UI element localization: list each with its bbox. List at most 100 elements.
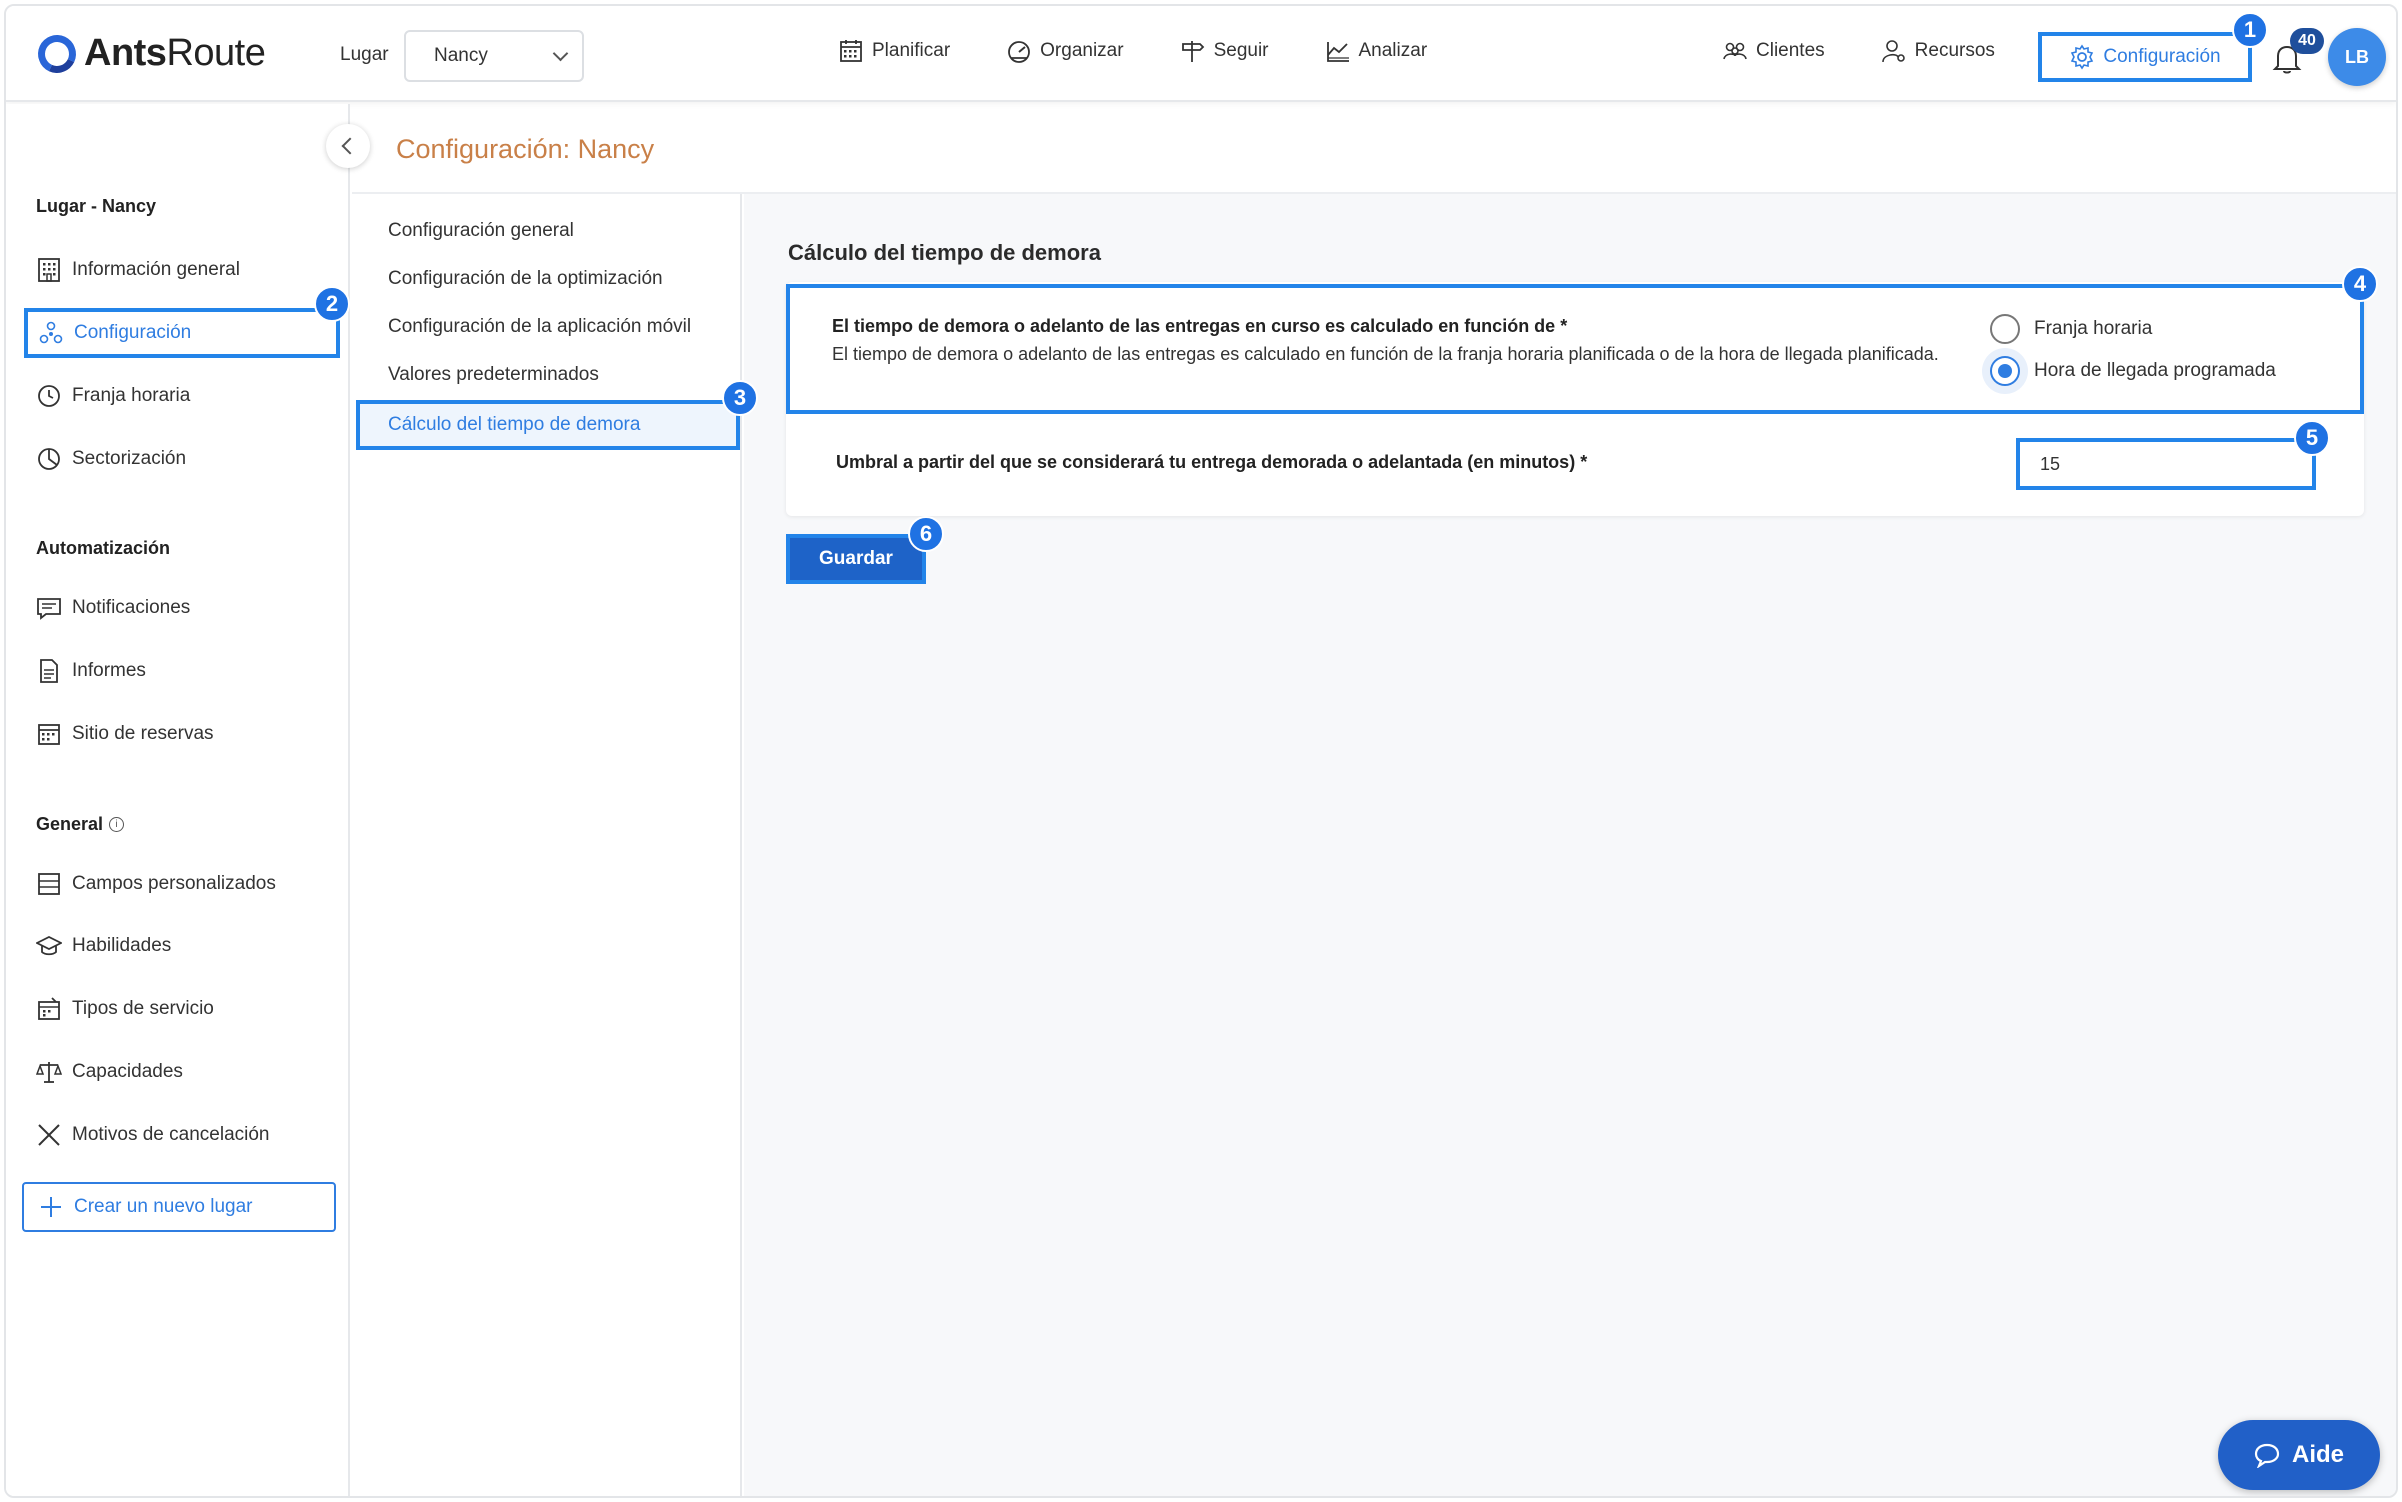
sidebar-item-label: Informes [72, 660, 146, 681]
scale-icon [35, 1059, 63, 1085]
nav-clientes-label: Clientes [1756, 40, 1825, 61]
subnav-calculo-tiempo-demora[interactable]: Cálculo del tiempo de demora [356, 400, 740, 450]
sidebar-item-label: Motivos de cancelación [72, 1124, 270, 1145]
chevron-left-icon [341, 137, 359, 155]
sidebar-item-motivos-de-cancelacion[interactable]: Motivos de cancelación [36, 1115, 270, 1155]
annotation-badge: 2 [314, 286, 350, 322]
chevron-down-icon [552, 45, 569, 61]
sidebar-item-notificaciones[interactable]: Notificaciones [36, 588, 190, 628]
nav-organizar[interactable]: Organizar [1006, 38, 1124, 64]
app-window: AntsRoute Lugar Nancy Planificar Organiz… [4, 4, 2398, 1498]
subnav-configuracion-general[interactable]: Configuración general [388, 220, 574, 242]
chart-icon [1325, 38, 1351, 64]
main-nav: Planificar Organizar Seguir Analizar [838, 38, 1427, 64]
new-place-label: Crear un nuevo lugar [74, 1196, 253, 1217]
calculation-basis-description: El tiempo de demora o adelanto de las en… [832, 344, 1939, 364]
subnav-valores-predeterminados[interactable]: Valores predeterminados [388, 364, 599, 386]
message-icon [36, 595, 62, 621]
umbral-input[interactable]: 15 [2016, 438, 2316, 490]
sidebar-item-label: Campos personalizados [72, 873, 276, 894]
nav-seguir[interactable]: Seguir [1180, 38, 1269, 64]
nav-planificar-label: Planificar [872, 40, 951, 61]
lugar-label: Lugar [340, 44, 389, 65]
x-icon [36, 1122, 62, 1148]
nav-analizar-label: Analizar [1358, 40, 1428, 61]
calculation-basis-radio-group: Franja horaria Hora de llegada programad… [1990, 308, 2276, 392]
radio-hora-llegada-programada[interactable]: Hora de llegada programada [1990, 350, 2276, 392]
nav-organizar-label: Organizar [1040, 40, 1124, 61]
sidebar-item-franja-horaria[interactable]: Franja horaria [36, 376, 190, 416]
resources-icon [1881, 38, 1907, 64]
sidebar-section-general-label: General [36, 814, 104, 834]
building-icon [36, 257, 62, 283]
section-title: Cálculo del tiempo de demora [788, 240, 1101, 265]
lugar-select-value: Nancy [434, 45, 488, 66]
gauge-icon [1006, 38, 1032, 64]
umbral-label: Umbral a partir del que se considerará t… [836, 452, 1588, 472]
sidebar-item-label: Información general [72, 259, 240, 280]
sidebar-item-campos-personalizados[interactable]: Campos personalizados [36, 864, 276, 904]
sidebar-item-label: Sectorización [72, 448, 187, 469]
sidebar-item-capacidades[interactable]: Capacidades [35, 1052, 183, 1092]
antsroute-logo[interactable]: AntsRoute [32, 29, 266, 78]
nav-clientes[interactable]: Clientes [1722, 38, 1825, 64]
sidebar-item-informacion-general[interactable]: Información general [36, 250, 240, 290]
sidebar-item-sectorizacion[interactable]: Sectorización [36, 439, 186, 479]
subnav-configuracion-aplicacion-movil[interactable]: Configuración de la aplicación móvil [388, 316, 691, 338]
umbral-input-value: 15 [2040, 453, 2061, 474]
radio-label: Franja horaria [2034, 318, 2153, 339]
nav-recursos-label: Recursos [1914, 40, 1995, 61]
sidebar-section-automatizacion: Automatización [36, 538, 171, 558]
document-icon [36, 658, 62, 684]
chat-bubble-icon [2254, 1442, 2280, 1469]
sidebar-item-informes[interactable]: Informes [36, 651, 146, 691]
configuracion-button[interactable]: Configuración [2038, 32, 2252, 82]
radio-franja-horaria[interactable]: Franja horaria [1990, 308, 2276, 350]
sidebar-item-label: Capacidades [72, 1061, 183, 1082]
logo-mark-icon [32, 29, 82, 78]
page-title: Configuración: Nancy [396, 134, 655, 164]
main-content: Cálculo del tiempo de demora El tiempo d… [744, 194, 2396, 1496]
clock-icon [36, 383, 62, 409]
nav-analizar[interactable]: Analizar [1325, 38, 1428, 64]
sidebar-item-configuracion[interactable]: Configuración [24, 308, 340, 358]
avatar[interactable]: LB [2328, 28, 2386, 86]
sidebar-item-label: Habilidades [72, 935, 172, 956]
save-button[interactable]: Guardar [786, 534, 926, 584]
calculation-basis-row: El tiempo de demora o adelanto de las en… [786, 284, 2364, 414]
graduation-cap-icon [34, 933, 64, 959]
clients-icon [1722, 38, 1748, 64]
help-chat-button[interactable]: Aide [2218, 1420, 2380, 1490]
radio-circle-selected[interactable] [1990, 356, 2020, 386]
sidebar-item-tipos-de-servicio[interactable]: Tipos de servicio [36, 989, 214, 1029]
radio-circle-unselected[interactable] [1990, 314, 2020, 344]
info-icon[interactable]: i [109, 817, 125, 832]
plus-icon [38, 1194, 64, 1220]
sidebar-item-label: Tipos de servicio [72, 998, 214, 1019]
calculation-basis-title: El tiempo de demora o adelanto de las en… [832, 316, 1568, 336]
calculation-basis-label: El tiempo de demora o adelanto de las en… [832, 312, 1982, 368]
annotation-badge: 6 [908, 516, 944, 552]
top-bar: AntsRoute Lugar Nancy Planificar Organiz… [6, 6, 2396, 102]
nav-seguir-label: Seguir [1213, 40, 1269, 61]
gear-icon [2069, 44, 2095, 70]
lugar-select[interactable]: Nancy [404, 30, 584, 82]
notifications-count-badge: 40 [2290, 28, 2324, 54]
calendar-icon [838, 38, 864, 64]
sidebar-item-sitio-de-reservas[interactable]: Sitio de reservas [36, 714, 214, 754]
pie-icon [36, 446, 62, 472]
nav-planificar[interactable]: Planificar [838, 38, 950, 64]
collapse-sidebar-button[interactable] [326, 124, 370, 168]
right-nav: Clientes Recursos [1722, 38, 1995, 64]
annotation-badge: 3 [722, 380, 758, 416]
signpost-icon [1180, 38, 1206, 64]
help-chat-label: Aide [2291, 1441, 2344, 1468]
new-place-button[interactable]: Crear un nuevo lugar [22, 1182, 336, 1232]
sidebar-item-label: Franja horaria [72, 385, 191, 406]
subnav-configuracion-optimizacion[interactable]: Configuración de la optimización [388, 268, 663, 290]
sidebar-item-habilidades[interactable]: Habilidades [34, 926, 172, 966]
service-icon [36, 996, 62, 1022]
nav-recursos[interactable]: Recursos [1881, 38, 1995, 64]
sidebar-item-label: Configuración [74, 322, 192, 343]
annotation-badge: 4 [2342, 266, 2378, 302]
